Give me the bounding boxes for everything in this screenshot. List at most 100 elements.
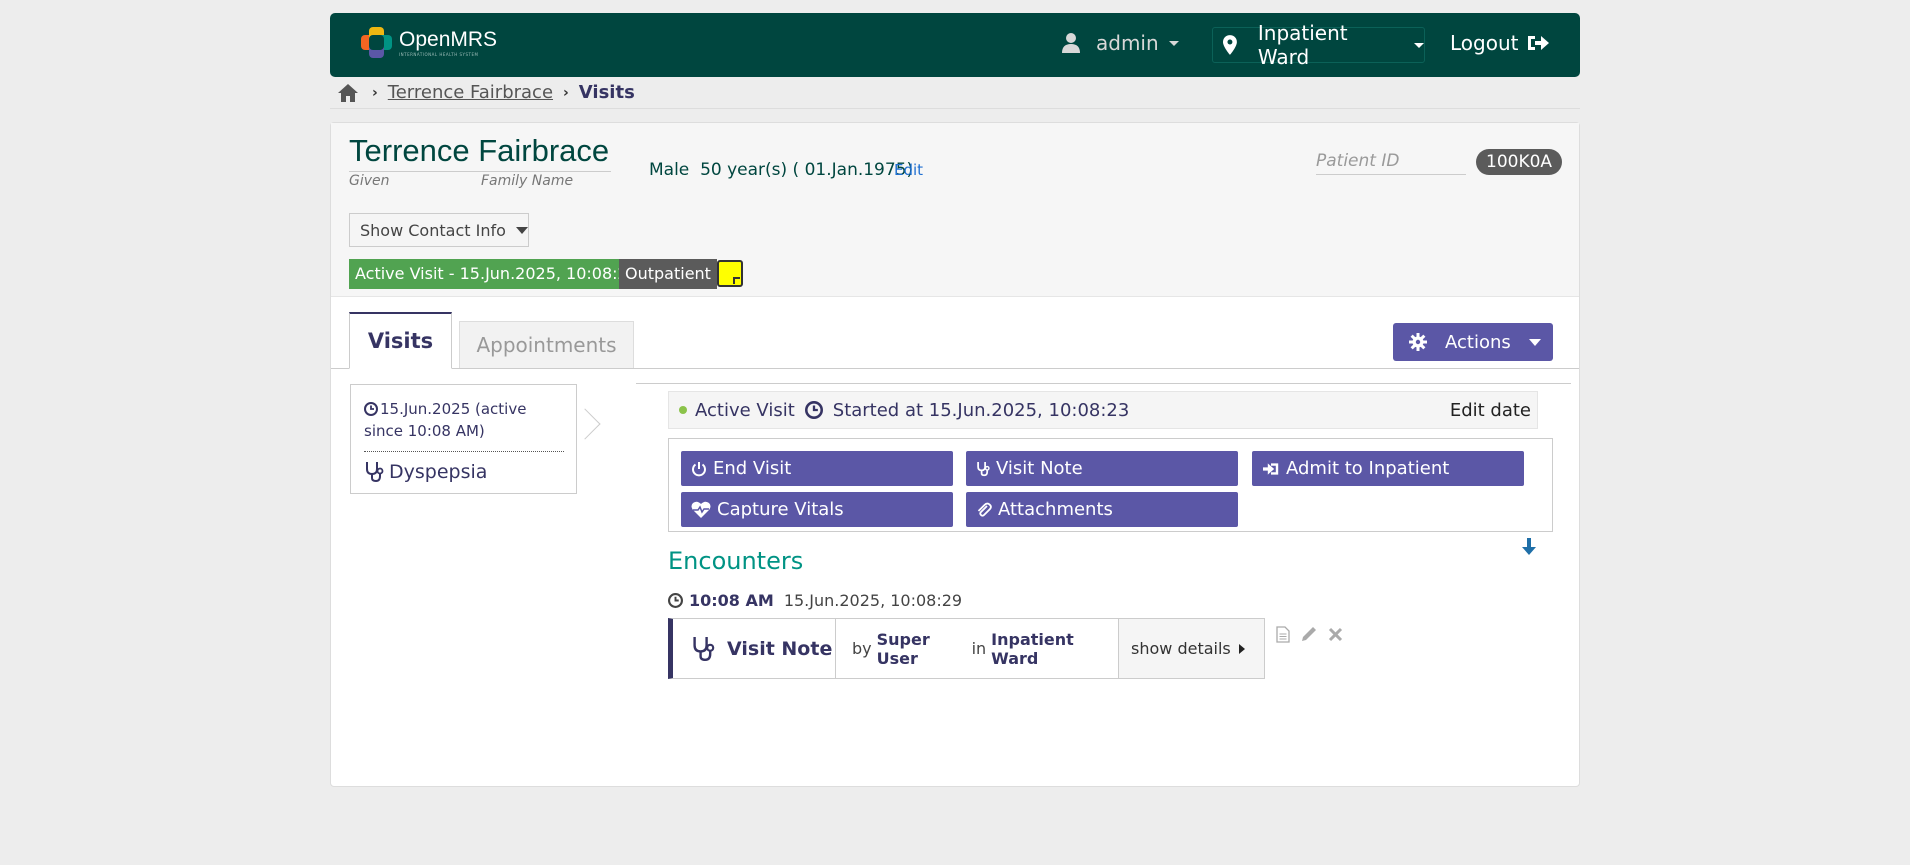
openmrs-logo[interactable]: OpenMRS INTERNATIONAL HEALTH SYSTEM <box>361 27 497 59</box>
paperclip-icon <box>977 502 992 517</box>
location-selector[interactable]: Inpatient Ward <box>1212 21 1425 69</box>
breadcrumb: › Terrence Fairbrace › Visits <box>338 82 635 103</box>
patient-id-label: Patient ID <box>1316 151 1466 175</box>
map-marker-icon <box>1223 35 1237 55</box>
encounter-type-label: Visit Note <box>727 637 833 660</box>
encounters-title: Encounters <box>668 547 804 575</box>
sign-in-icon <box>1263 462 1279 475</box>
clock-icon <box>668 593 683 608</box>
attachments-label: Attachments <box>998 499 1113 520</box>
visit-note-label: Visit Note <box>996 458 1083 479</box>
visit-type-badge: Outpatient <box>619 259 717 289</box>
encounter-time-value: 10:08 AM <box>689 591 774 610</box>
caret-right-icon <box>1238 643 1245 654</box>
patient-demographics: Male 50 year(s) ( 01.Jan.1975) <box>649 160 914 180</box>
in-prefix: in <box>971 639 987 658</box>
stethoscope-icon <box>693 636 715 661</box>
logout-icon <box>1528 36 1550 50</box>
encounter-actions <box>1276 625 1343 643</box>
caret-down-icon <box>1528 338 1541 346</box>
actions-button[interactable]: Actions <box>1393 323 1553 361</box>
divider <box>364 451 564 452</box>
home-icon[interactable] <box>338 83 358 102</box>
given-label: Given <box>349 173 390 189</box>
caret-down-icon <box>515 226 528 234</box>
edit-demographics-link[interactable]: Edit <box>894 161 923 179</box>
encounter-provider: by Super User in Inpatient Ward <box>836 619 1119 678</box>
divider <box>636 383 1571 384</box>
encounter-row: Visit Note by Super User in Inpatient Wa… <box>668 618 1265 679</box>
patient-family-name: Fairbrace <box>478 133 610 168</box>
encounter-location: Inpatient Ward <box>991 629 1074 668</box>
visit-diagnosis: Dyspepsia <box>364 461 487 483</box>
patient-id-badge: 100K0A <box>1476 149 1563 175</box>
by-prefix: by <box>852 639 872 658</box>
patient-given-name: Terrence <box>349 133 470 168</box>
arrow-down-icon[interactable] <box>1521 538 1537 556</box>
visit-date-text: 15.Jun.2025 (active since 10:08 AM) <box>364 400 527 440</box>
visit-status: Active Visit <box>695 399 795 421</box>
sticky-note-icon[interactable] <box>717 260 743 287</box>
actions-label: Actions <box>1445 331 1511 353</box>
clock-icon <box>804 401 823 419</box>
edit-date-link[interactable]: Edit date <box>1450 400 1531 421</box>
show-details-button[interactable]: show details <box>1119 619 1264 678</box>
power-icon <box>692 461 706 476</box>
user-name: admin <box>1096 31 1159 55</box>
attachments-button[interactable]: Attachments <box>966 492 1238 527</box>
user-menu[interactable]: admin <box>1062 31 1179 55</box>
active-visit-badge[interactable]: Active Visit - 15.Jun.2025, 10:08:23 <box>349 259 644 289</box>
contact-button-label: Show Contact Info <box>360 220 506 240</box>
encounter-type: Visit Note <box>673 619 836 678</box>
encounter-datetime: 15.Jun.2025, 10:08:29 <box>783 591 963 610</box>
user-icon <box>1062 33 1080 53</box>
chevron-right-icon: › <box>372 84 378 101</box>
chevron-down-icon <box>1414 42 1424 48</box>
logout-link[interactable]: Logout <box>1450 31 1550 55</box>
visit-note-button[interactable]: Visit Note <box>966 451 1238 486</box>
visit-status-bar: Active Visit Started at 15.Jun.2025, 10:… <box>668 391 1538 429</box>
tab-appointments[interactable]: Appointments <box>459 321 634 368</box>
tab-visits[interactable]: Visits <box>349 312 452 369</box>
pencil-icon[interactable] <box>1300 625 1318 643</box>
breadcrumb-current: Visits <box>578 82 635 103</box>
close-icon[interactable] <box>1328 627 1343 642</box>
document-icon[interactable] <box>1276 625 1290 643</box>
chevron-right-icon: › <box>563 84 569 101</box>
app-name: OpenMRS <box>399 28 498 51</box>
show-contact-info-button[interactable]: Show Contact Info <box>349 213 529 247</box>
clock-icon <box>364 402 378 416</box>
end-visit-button[interactable]: End Visit <box>681 451 953 486</box>
visit-list-item[interactable]: 15.Jun.2025 (active since 10:08 AM) Dysp… <box>350 384 577 494</box>
divider <box>349 171 611 172</box>
capture-vitals-label: Capture Vitals <box>717 499 844 520</box>
patient-header: Terrence Fairbrace Given Family Name Mal… <box>331 123 1579 297</box>
top-header: OpenMRS INTERNATIONAL HEALTH SYSTEM admi… <box>330 13 1580 77</box>
visit-actions: End Visit Visit Note Admit to Inpatient … <box>668 438 1553 532</box>
end-visit-label: End Visit <box>713 458 792 479</box>
tabs-divider <box>331 368 1579 369</box>
stethoscope-icon <box>366 462 384 483</box>
divider <box>330 108 1580 109</box>
provider-name: Super User <box>876 629 930 668</box>
capture-vitals-button[interactable]: Capture Vitals <box>681 492 953 527</box>
encounter-time: 10:08 AM 15.Jun.2025, 10:08:29 <box>668 591 962 610</box>
stethoscope-icon <box>977 461 990 476</box>
admit-label: Admit to Inpatient <box>1286 458 1450 479</box>
patient-name: Terrence Fairbrace <box>349 133 609 169</box>
family-name-label: Family Name <box>481 173 574 189</box>
heartbeat-icon <box>691 501 711 518</box>
diagnosis-text: Dyspepsia <box>389 461 488 483</box>
active-status-dot-icon <box>679 406 687 414</box>
logout-label: Logout <box>1450 31 1519 55</box>
breadcrumb-patient-link[interactable]: Terrence Fairbrace <box>388 82 553 103</box>
logo-mark-icon <box>361 27 393 59</box>
gear-icon <box>1409 333 1427 351</box>
location-name: Inpatient Ward <box>1257 21 1348 69</box>
main-panel: Terrence Fairbrace Given Family Name Mal… <box>330 122 1580 787</box>
admit-to-inpatient-button[interactable]: Admit to Inpatient <box>1252 451 1524 486</box>
show-details-label: show details <box>1131 639 1231 658</box>
visit-started: Started at 15.Jun.2025, 10:08:23 <box>832 399 1130 421</box>
app-subtitle: INTERNATIONAL HEALTH SYSTEM <box>399 52 479 57</box>
chevron-down-icon <box>1168 40 1179 46</box>
